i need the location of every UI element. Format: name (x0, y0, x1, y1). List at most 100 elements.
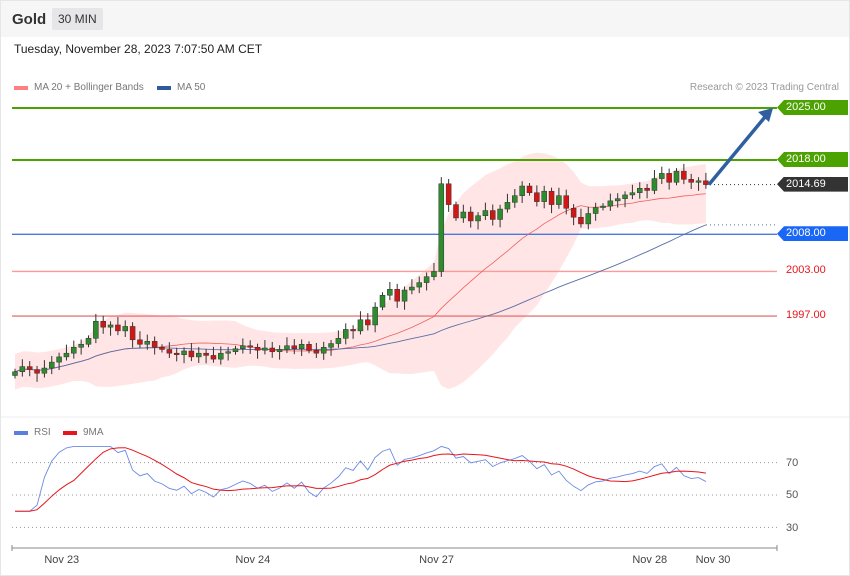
legend-label: 9MA (83, 427, 104, 438)
candle-body (313, 349, 320, 354)
candle-body (387, 289, 393, 296)
candle-body (534, 192, 540, 202)
candle-body (453, 204, 459, 219)
candle-body (585, 213, 592, 225)
candle-body (695, 180, 702, 183)
candle-body (71, 346, 77, 354)
candle-body (240, 345, 246, 349)
candle-body (688, 179, 694, 183)
candle-body (129, 326, 136, 341)
x-label: Nov 24 (235, 554, 271, 566)
candle-body (291, 345, 298, 349)
candle-body (379, 294, 386, 308)
candle-body (475, 215, 481, 222)
level-label-2025.00: 2025.00 (777, 100, 848, 115)
candle-body (41, 367, 48, 374)
candle-body (218, 352, 224, 360)
candle-body (19, 366, 26, 373)
candle-body (409, 286, 415, 291)
candle-body (637, 187, 643, 193)
candle-body (284, 345, 290, 350)
legend-label: RSI (34, 427, 51, 438)
level-label-1997.00: 1997.00 (786, 309, 826, 322)
candle-body (269, 347, 275, 352)
candle-body (644, 187, 650, 191)
candle-body (78, 344, 84, 348)
candle-body (445, 183, 452, 205)
candle-body (526, 185, 533, 193)
candle-body (225, 351, 231, 354)
candle-body (196, 352, 202, 358)
candle-body (651, 178, 658, 191)
candle-body (276, 349, 283, 352)
candle-body (34, 369, 40, 374)
candle-body (578, 216, 584, 225)
candle-body (666, 173, 672, 183)
candle-body (343, 329, 349, 339)
candle-body (12, 371, 18, 376)
candle-body (659, 173, 665, 179)
x-label: Nov 23 (44, 554, 80, 566)
rsi-level-50: 50 (786, 489, 799, 501)
9ma-swatch-icon (63, 430, 77, 435)
candle-body (497, 208, 503, 220)
candle-body (482, 210, 489, 216)
candle-body (151, 341, 158, 348)
candle-body (416, 282, 422, 288)
candle-body (254, 346, 261, 351)
candle-body (431, 271, 437, 277)
x-label: Nov 30 (695, 554, 731, 566)
candle-body (607, 200, 614, 207)
candle-body (614, 198, 621, 202)
candle-body (93, 320, 99, 339)
candle-body (504, 202, 511, 210)
candle-body (335, 338, 342, 344)
candle-body (173, 352, 180, 355)
candle-body (541, 190, 547, 202)
candle-body (137, 339, 143, 345)
candle-body (56, 356, 62, 363)
candle-body (519, 185, 525, 196)
level-label-2014.69: 2014.69 (777, 176, 848, 192)
x-label: Nov 27 (419, 554, 455, 566)
x-label: Nov 28 (632, 554, 668, 566)
candle-body (394, 289, 400, 302)
candle-body (328, 343, 334, 348)
candle-body (460, 211, 467, 219)
candle-body (357, 319, 364, 332)
candle-body (681, 170, 687, 180)
forecast-arrow (707, 115, 767, 186)
candle-body (622, 194, 628, 199)
candle-body (490, 210, 496, 220)
candle-body (85, 338, 92, 345)
candle-body (63, 352, 70, 358)
candle-body (144, 341, 151, 345)
arrow-head-icon (758, 108, 773, 122)
level-label-2018.00: 2018.00 (777, 152, 848, 167)
candle-body (629, 192, 636, 196)
level-label-2008.00: 2008.00 (777, 226, 848, 242)
candle-body (570, 208, 577, 218)
candle-body (350, 329, 356, 332)
candle-body (600, 205, 606, 208)
candle-body (401, 289, 408, 302)
candle-body (703, 180, 709, 185)
rsi-swatch-icon (14, 430, 28, 435)
candle-body (115, 324, 121, 332)
candle-body (512, 195, 518, 203)
candle-body (438, 183, 445, 272)
candle-body (423, 276, 430, 283)
candle-body (210, 355, 217, 360)
legend-rsi: RSI (14, 427, 51, 438)
price-chart (1, 107, 849, 551)
candle-body (49, 361, 55, 369)
candle-body (592, 207, 599, 214)
legend-9ma: 9MA (63, 427, 104, 438)
rsi-level-30: 30 (786, 522, 799, 534)
level-label-2003.00: 2003.00 (786, 264, 826, 277)
candle-body (26, 366, 33, 370)
candle-body (365, 319, 371, 326)
candle-body (563, 195, 569, 209)
candle-body (232, 348, 239, 352)
candle-body (107, 324, 114, 328)
